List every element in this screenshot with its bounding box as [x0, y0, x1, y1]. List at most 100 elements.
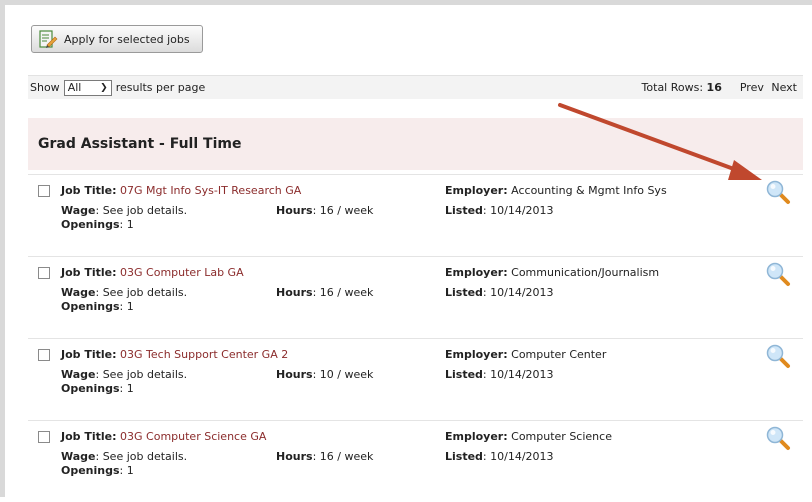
- employer-label: Employer:: [445, 348, 508, 361]
- openings-value: 1: [126, 464, 134, 477]
- apply-button-label: Apply for selected jobs: [64, 32, 190, 46]
- job-title-link[interactable]: 03G Computer Science GA: [120, 430, 266, 443]
- employer-value: Communication/Journalism: [511, 266, 660, 279]
- job-openings: Openings: 1: [61, 218, 134, 231]
- job-list: Job Title: 07G Mgt Info Sys-IT Research …: [28, 174, 803, 502]
- magnifier-icon[interactable]: [765, 425, 791, 451]
- job-listed: Listed: 10/14/2013: [445, 204, 554, 217]
- job-select-checkbox[interactable]: [38, 349, 50, 361]
- employer-value: Computer Center: [511, 348, 607, 361]
- job-wage: Wage: See job details.: [61, 286, 188, 299]
- wage-label: Wage: [61, 368, 96, 381]
- openings-value: 1: [126, 382, 134, 395]
- listed-label: Listed: [445, 204, 483, 217]
- listed-value: 10/14/2013: [490, 204, 554, 217]
- job-wage: Wage: See job details.: [61, 204, 188, 217]
- job-employer: Employer: Accounting & Mgmt Info Sys: [445, 184, 667, 197]
- next-page-link[interactable]: Next: [771, 81, 797, 94]
- magnifier-icon[interactable]: [765, 179, 791, 205]
- job-employer: Employer: Computer Center: [445, 348, 606, 361]
- listed-value: 10/14/2013: [490, 286, 554, 299]
- employer-value: Computer Science: [511, 430, 612, 443]
- openings-label: Openings: [61, 300, 120, 313]
- job-title: Job Title: 07G Mgt Info Sys-IT Research …: [61, 184, 301, 197]
- job-hours: Hours: 16 / week: [276, 204, 374, 217]
- openings-value: 1: [126, 218, 134, 231]
- chevron-down-icon: ❯: [100, 82, 108, 93]
- hours-label: Hours: [276, 286, 313, 299]
- listed-value: 10/14/2013: [490, 450, 554, 463]
- total-rows-value: 16: [706, 81, 722, 94]
- job-hours: Hours: 16 / week: [276, 450, 374, 463]
- results-toolbar: Show All ❯ results per page Total Rows: …: [28, 75, 803, 99]
- hours-value: 16 / week: [319, 204, 374, 217]
- job-select-checkbox[interactable]: [38, 267, 50, 279]
- magnifier-icon[interactable]: [765, 261, 791, 287]
- openings-label: Openings: [61, 382, 120, 395]
- employer-label: Employer:: [445, 430, 508, 443]
- job-employer: Employer: Communication/Journalism: [445, 266, 659, 279]
- prev-page-link[interactable]: Prev: [740, 81, 764, 94]
- job-row: Job Title: 03G Computer Lab GA Employer:…: [28, 256, 803, 338]
- hours-label: Hours: [276, 204, 313, 217]
- listed-value: 10/14/2013: [490, 368, 554, 381]
- apply-selected-jobs-button[interactable]: Apply for selected jobs: [31, 25, 203, 53]
- openings-label: Openings: [61, 464, 120, 477]
- total-rows-label: Total Rows:: [641, 81, 704, 94]
- wage-value: See job details.: [102, 286, 188, 299]
- job-hours: Hours: 16 / week: [276, 286, 374, 299]
- job-title-label: Job Title:: [61, 184, 117, 197]
- job-title-link[interactable]: 07G Mgt Info Sys-IT Research GA: [120, 184, 301, 197]
- magnifier-icon[interactable]: [765, 343, 791, 369]
- job-title: Job Title: 03G Computer Science GA: [61, 430, 266, 443]
- job-listed: Listed: 10/14/2013: [445, 450, 554, 463]
- job-row: Job Title: 07G Mgt Info Sys-IT Research …: [28, 174, 803, 256]
- window-frame-left: [0, 0, 5, 497]
- employer-value: Accounting & Mgmt Info Sys: [511, 184, 667, 197]
- wage-label: Wage: [61, 450, 96, 463]
- hours-label: Hours: [276, 368, 313, 381]
- hours-value: 10 / week: [319, 368, 374, 381]
- listed-label: Listed: [445, 368, 483, 381]
- job-select-checkbox[interactable]: [38, 185, 50, 197]
- job-openings: Openings: 1: [61, 464, 134, 477]
- results-per-page-suffix: results per page: [115, 81, 206, 94]
- job-openings: Openings: 1: [61, 300, 134, 313]
- job-title-label: Job Title:: [61, 348, 117, 361]
- window-frame-top: [0, 0, 812, 5]
- job-employer: Employer: Computer Science: [445, 430, 612, 443]
- job-row: Job Title: 03G Tech Support Center GA 2 …: [28, 338, 803, 420]
- hours-label: Hours: [276, 450, 313, 463]
- wage-label: Wage: [61, 204, 96, 217]
- job-wage: Wage: See job details.: [61, 368, 188, 381]
- total-rows: Total Rows: 16: [642, 81, 722, 94]
- employer-label: Employer:: [445, 266, 508, 279]
- wage-value: See job details.: [102, 450, 188, 463]
- show-label: Show: [30, 81, 60, 94]
- hours-value: 16 / week: [319, 286, 374, 299]
- job-openings: Openings: 1: [61, 382, 134, 395]
- wage-label: Wage: [61, 286, 96, 299]
- results-per-page-select[interactable]: All ❯: [63, 79, 112, 96]
- job-listed: Listed: 10/14/2013: [445, 286, 554, 299]
- employer-label: Employer:: [445, 184, 508, 197]
- listed-label: Listed: [445, 450, 483, 463]
- job-row: Job Title: 03G Computer Science GA Emplo…: [28, 420, 803, 502]
- job-title: Job Title: 03G Computer Lab GA: [61, 266, 244, 279]
- openings-value: 1: [126, 300, 134, 313]
- job-listed: Listed: 10/14/2013: [445, 368, 554, 381]
- group-title: Grad Assistant - Full Time: [28, 118, 803, 170]
- results-per-page-value: All: [67, 81, 82, 94]
- hours-value: 16 / week: [319, 450, 374, 463]
- job-title-label: Job Title:: [61, 430, 117, 443]
- job-title-label: Job Title:: [61, 266, 117, 279]
- job-wage: Wage: See job details.: [61, 450, 188, 463]
- job-title-link[interactable]: 03G Tech Support Center GA 2: [120, 348, 288, 361]
- listed-label: Listed: [445, 286, 483, 299]
- document-pencil-icon: [39, 30, 58, 48]
- job-select-checkbox[interactable]: [38, 431, 50, 443]
- pager: Prev Next: [736, 81, 797, 94]
- job-title: Job Title: 03G Tech Support Center GA 2: [61, 348, 288, 361]
- wage-value: See job details.: [102, 204, 188, 217]
- job-title-link[interactable]: 03G Computer Lab GA: [120, 266, 244, 279]
